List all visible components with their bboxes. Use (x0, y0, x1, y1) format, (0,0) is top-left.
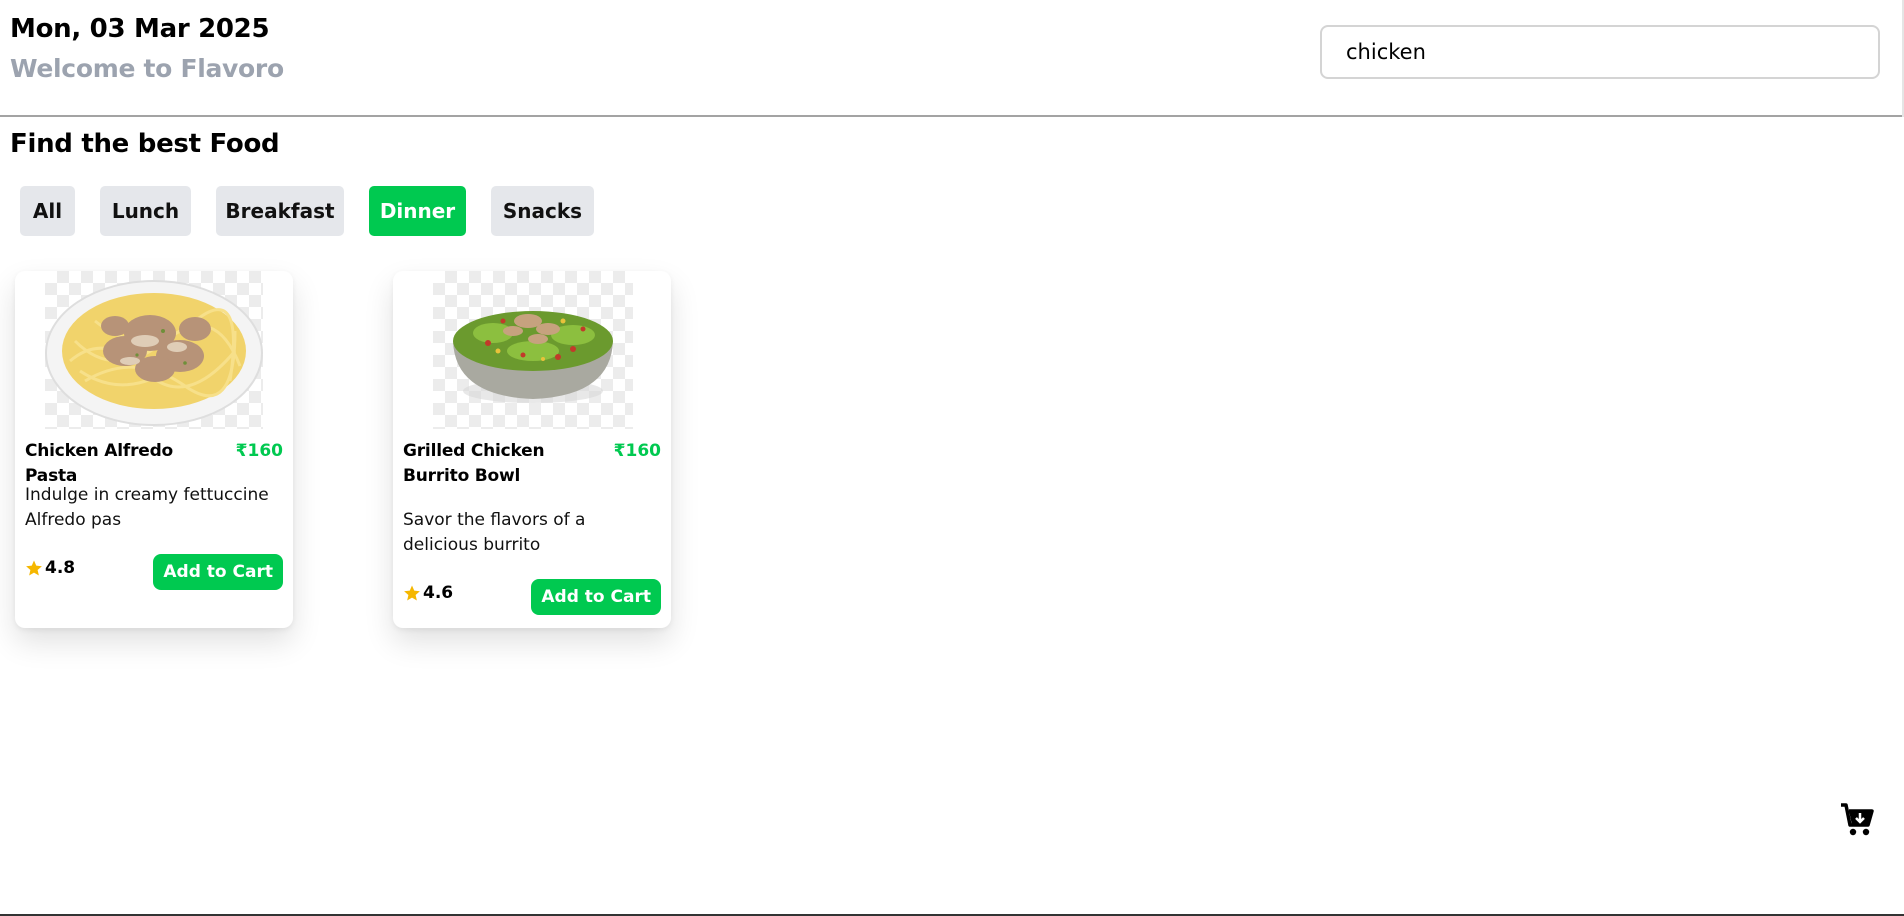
food-description: Savor the flavors of a delicious burrito (403, 510, 586, 555)
add-to-cart-button[interactable]: Add to Cart (153, 554, 283, 590)
food-rating: 4.8 (25, 558, 75, 578)
food-card: Chicken Alfredo Pasta ₹160 Indulge in cr… (15, 271, 293, 628)
header: Mon, 03 Mar 2025 Welcome to Flavoro (0, 0, 1904, 117)
food-price: ₹160 (613, 441, 661, 461)
rating-value: 4.6 (423, 583, 454, 603)
burrito-bowl-image (433, 271, 633, 429)
food-rating: 4.6 (403, 583, 453, 603)
star-icon (404, 585, 420, 601)
category-dinner-button[interactable]: Dinner (369, 186, 466, 236)
search-input[interactable] (1320, 25, 1880, 79)
category-lunch-button[interactable]: Lunch (100, 186, 191, 236)
food-card: Grilled Chicken Burrito Bowl ₹160 Savor … (393, 271, 671, 628)
category-all-button[interactable]: All (20, 186, 75, 236)
rating-value: 4.8 (45, 558, 76, 578)
food-name: Grilled Chicken Burrito Bowl (403, 441, 545, 486)
pasta-plate-illustration (45, 280, 263, 426)
welcome-text: Welcome to Flavoro (10, 54, 284, 83)
current-date: Mon, 03 Mar 2025 (10, 14, 270, 44)
section-title: Find the best Food (10, 129, 280, 159)
star-icon (26, 560, 42, 576)
food-price: ₹160 (235, 441, 283, 461)
chicken-alfredo-pasta-image (45, 271, 263, 429)
category-snacks-button[interactable]: Snacks (491, 186, 594, 236)
add-to-cart-button[interactable]: Add to Cart (531, 579, 661, 615)
category-breakfast-button[interactable]: Breakfast (216, 186, 344, 236)
food-description: Indulge in creamy fettuccine Alfredo pas (25, 485, 269, 530)
burrito-bowl-illustration (453, 311, 613, 403)
cart-button[interactable] (1840, 801, 1874, 837)
food-name: Chicken Alfredo Pasta (25, 441, 174, 486)
cart-add-icon (1841, 803, 1874, 836)
